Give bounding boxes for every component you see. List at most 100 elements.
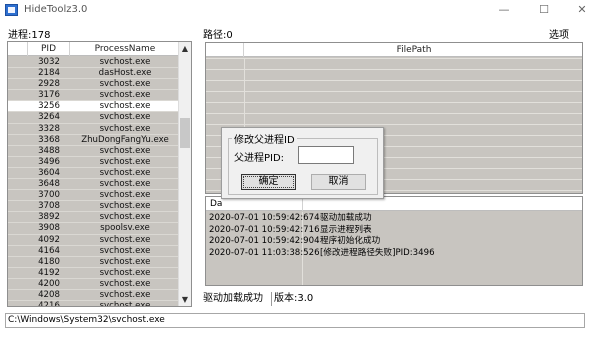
pid-cell: 3496 <box>38 156 60 167</box>
maximize-button[interactable]: ☐ <box>530 2 558 18</box>
scrollbar-thumb[interactable] <box>180 118 190 148</box>
row-blank-cell <box>8 235 28 245</box>
table-row[interactable]: 4200 svchost.exe <box>8 278 180 290</box>
column-divider <box>302 197 303 211</box>
row-blank-cell <box>8 212 28 222</box>
process-list[interactable]: PID ProcessName 3032 svchost.exe 2184 dasHo… <box>7 41 192 307</box>
processname-cell: svchost.exe <box>99 79 151 90</box>
options-menu[interactable]: 选项 <box>549 26 569 41</box>
pid-cell: 4164 <box>38 245 60 256</box>
table-row[interactable]: 3604 svchost.exe <box>8 167 180 180</box>
parent-pid-input[interactable] <box>298 146 354 164</box>
column-header-filepath[interactable]: FilePath <box>244 43 582 57</box>
table-row[interactable]: 4092 svchost.exe <box>8 234 180 246</box>
pid-cell: 3604 <box>38 167 60 178</box>
table-row[interactable]: 4164 svchost.exe <box>8 245 180 257</box>
row-blank-cell <box>8 190 28 200</box>
row-blank-cell <box>8 301 28 306</box>
table-row[interactable]: 3176 svchost.exe <box>8 90 180 102</box>
scroll-up-arrow-icon[interactable]: ▲ <box>179 42 191 55</box>
processname-cell: ZhuDongFangYu.exe <box>81 134 169 145</box>
pid-cell: 2184 <box>38 68 60 79</box>
processname-cell: svchost.exe <box>99 112 151 123</box>
pid-cell: 3708 <box>38 201 60 212</box>
pid-cell: 4192 <box>38 267 60 278</box>
log-list-header: Da <box>206 197 582 211</box>
row-blank-cell <box>8 290 28 300</box>
log-row[interactable]: 2020-07-01 10:59:42:904 程序初始化成功 <box>206 236 582 248</box>
process-rows: 3032 svchost.exe 2184 dasHost.exe 2928 svchos… <box>8 57 180 307</box>
processname-cell: svchost.exe <box>99 234 151 245</box>
cancel-button[interactable]: 取消 <box>311 174 366 190</box>
row-blank-cell <box>8 268 28 278</box>
pid-cell: 3256 <box>38 101 60 112</box>
pid-cell: 4200 <box>38 278 60 289</box>
table-row[interactable]: 3256 svchost.exe <box>8 101 180 113</box>
pid-cell: 3648 <box>38 179 60 190</box>
processname-cell: svchost.exe <box>99 101 151 112</box>
scroll-down-arrow-icon[interactable]: ▼ <box>179 293 191 306</box>
column-header-processname[interactable]: ProcessName <box>70 42 180 56</box>
table-row[interactable]: 3700 svchost.exe <box>8 190 180 202</box>
process-list-scrollbar[interactable]: ▲ ▼ <box>178 42 191 306</box>
table-row[interactable]: 3908 spoolsv.exe <box>8 223 180 235</box>
pid-cell: 3328 <box>38 123 60 134</box>
table-row[interactable]: 4208 svchost.exe <box>8 289 180 302</box>
pid-cell: 4180 <box>38 256 60 267</box>
processname-cell: spoolsv.exe <box>100 223 150 234</box>
row-blank-cell <box>8 112 28 122</box>
row-blank-cell <box>8 101 28 111</box>
status-driver: 驱动加载成功 <box>203 293 263 304</box>
table-row[interactable]: 3032 svchost.exe <box>8 57 180 69</box>
table-row[interactable]: 2928 svchost.exe <box>8 79 180 91</box>
table-row[interactable]: 4180 svchost.exe <box>8 256 180 268</box>
pid-cell: 3032 <box>38 57 60 67</box>
processname-cell: dasHost.exe <box>98 68 152 79</box>
filepath-list-header: FilePath <box>206 43 582 57</box>
processname-cell: svchost.exe <box>99 245 151 256</box>
pid-cell: 2928 <box>38 79 60 90</box>
table-row[interactable]: 3328 svchost.exe <box>8 123 180 135</box>
processname-cell: svchost.exe <box>99 179 151 190</box>
log-row[interactable]: 2020-07-01 11:03:38:526 [修改进程路径失败]PID:349… <box>206 248 582 260</box>
process-count-label: 进程:178 <box>8 30 51 41</box>
row-blank-cell <box>8 57 28 67</box>
process-list-header: PID ProcessName <box>8 42 180 56</box>
row-blank-cell <box>8 179 28 189</box>
table-row[interactable]: 4216 svchost.exe <box>8 301 180 307</box>
table-row[interactable]: 3264 svchost.exe <box>8 112 180 124</box>
table-row[interactable]: 3496 svchost.exe <box>8 156 180 168</box>
column-header-date[interactable]: Da <box>210 197 222 211</box>
processname-cell: svchost.exe <box>99 167 151 178</box>
pid-cell: 3368 <box>38 134 60 145</box>
processname-cell: svchost.exe <box>99 301 151 307</box>
table-row[interactable]: 3488 svchost.exe <box>8 145 180 157</box>
table-row[interactable]: 3892 svchost.exe <box>8 212 180 224</box>
table-row[interactable]: 2184 dasHost.exe <box>8 68 180 80</box>
table-row[interactable]: 3648 svchost.exe <box>8 179 180 191</box>
row-blank-cell <box>8 79 28 89</box>
table-row[interactable]: 4192 svchost.exe <box>8 267 180 279</box>
processname-cell: svchost.exe <box>99 123 151 134</box>
ok-button[interactable]: 确定 <box>241 174 296 190</box>
selected-path-field[interactable]: C:\Windows\System32\svchost.exe <box>5 313 585 328</box>
column-header-pid[interactable]: PID <box>28 42 70 56</box>
log-list[interactable]: Da 2020-07-01 10:59:42:674 驱动加载成功 2020-07-… <box>205 196 583 286</box>
processname-cell: svchost.exe <box>99 190 151 201</box>
app-icon <box>5 4 18 16</box>
row-blank-cell <box>8 201 28 211</box>
processname-cell: svchost.exe <box>99 90 151 101</box>
log-time: 2020-07-01 10:59:42:674 <box>209 213 320 223</box>
row-blank-cell <box>8 68 28 78</box>
row-blank-cell <box>8 146 28 156</box>
log-message: [修改进程路径失败]PID:3496 <box>320 247 435 258</box>
table-row[interactable]: 3368 ZhuDongFangYu.exe <box>8 134 180 146</box>
processname-cell: svchost.exe <box>99 201 151 212</box>
row-blank-cell <box>8 168 28 178</box>
log-row[interactable]: 2020-07-01 10:59:42:716 显示进程列表 <box>206 225 582 237</box>
parent-pid-label: 父进程PID: <box>234 153 285 164</box>
table-row[interactable]: 3708 svchost.exe <box>8 201 180 213</box>
log-row[interactable]: 2020-07-01 10:59:42:674 驱动加载成功 <box>206 213 582 225</box>
minimize-button[interactable]: — <box>490 2 518 18</box>
close-button[interactable]: ✕ <box>568 2 596 18</box>
